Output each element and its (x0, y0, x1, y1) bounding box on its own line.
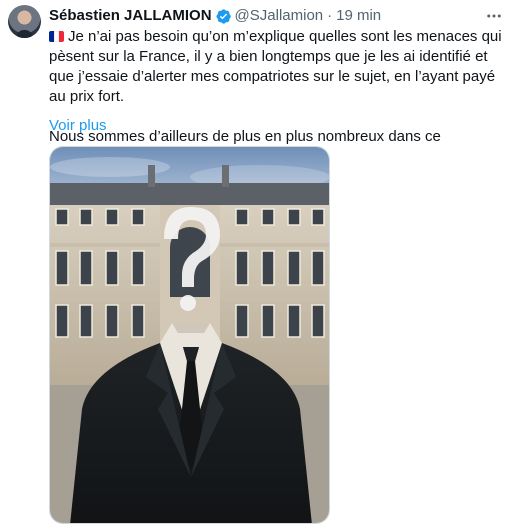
paragraph-1-text: Je n’ai pas besoin qu’on m’explique quel… (49, 28, 502, 105)
more-options-button[interactable] (482, 6, 506, 26)
author-name[interactable]: Sébastien JALLAMION (49, 7, 212, 25)
avatar[interactable] (8, 5, 41, 38)
tweet[interactable]: Sébastien JALLAMION @SJallamion · 19 min… (0, 0, 514, 532)
separator-dot: · (327, 7, 333, 24)
french-flag-icon (49, 31, 64, 42)
tweet-paragraph-1: Je n’ai pas besoin qu’on m’explique quel… (49, 27, 509, 107)
verified-badge-icon (215, 8, 231, 24)
tweet-timestamp[interactable]: 19 min (336, 7, 381, 25)
faceless-suit-illustration (50, 147, 329, 523)
tweet-text: Je n’ai pas besoin qu’on m’explique quel… (49, 27, 509, 147)
tweet-media-image[interactable] (49, 146, 330, 524)
tweet-header: Sébastien JALLAMION @SJallamion · 19 min (49, 7, 381, 25)
see-more-link[interactable]: Voir plus (49, 117, 107, 135)
author-handle[interactable]: @SJallamion (235, 7, 324, 25)
tweet-paragraph-2: Nous sommes d’ailleurs de plus en plus n… (49, 128, 441, 145)
more-dots-icon (487, 14, 501, 18)
